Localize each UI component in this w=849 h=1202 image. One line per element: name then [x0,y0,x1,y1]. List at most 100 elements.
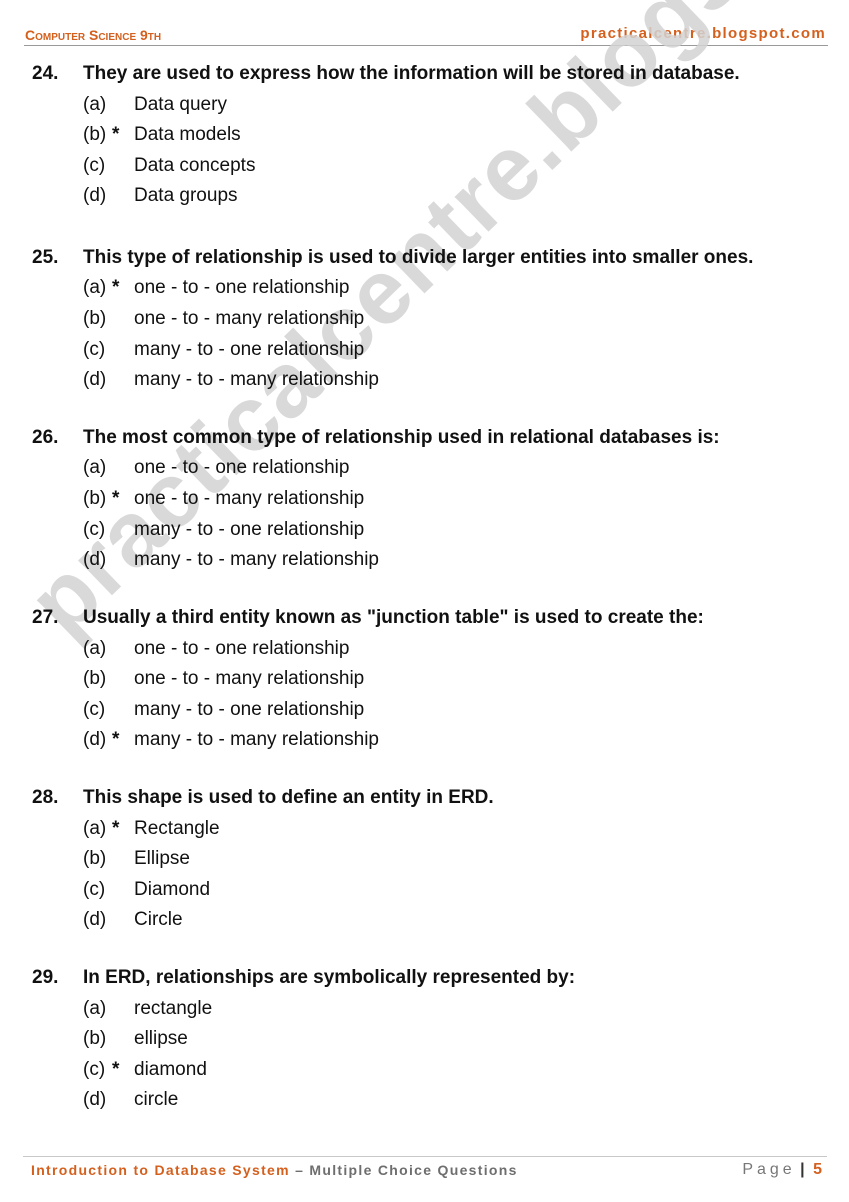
option-28-a: (a) * Rectangle [0,818,600,846]
option-text: Data groups [134,185,238,206]
option-26-b: (b) * one - to - many relationship [0,488,600,516]
question-number: 24. [32,63,59,84]
option-label: (a) [83,277,107,298]
option-text: Circle [134,909,183,930]
question-number: 27. [32,607,59,628]
option-text: many - to - many relationship [134,549,379,570]
option-text: many - to - one relationship [134,519,365,540]
question-number: 25. [32,247,59,268]
option-28-d: (d) Circle [0,909,600,937]
option-26-c: (c) many - to - one relationship [0,519,600,547]
option-text: one - to - many relationship [134,488,365,509]
option-text: one - to - one relationship [134,457,350,478]
option-label: (b) [83,848,107,869]
option-27-c: (c) many - to - one relationship [0,699,600,727]
question-text: In ERD, relationships are symbolically r… [83,967,576,988]
footer-section: Multiple Choice Questions [309,1162,518,1178]
option-text: Data models [134,124,241,145]
option-28-b: (b) Ellipse [0,848,600,876]
option-text: Rectangle [134,818,220,839]
option-24-d: (d) Data groups [0,185,600,213]
option-text: many - to - one relationship [134,339,365,360]
option-label: (d) [83,1089,107,1110]
option-text: diamond [134,1059,207,1080]
option-text: ellipse [134,1028,188,1049]
option-29-d: (d) circle [0,1089,600,1117]
footer-title: Introduction to Database System – Multip… [31,1162,518,1178]
option-label: (a) [83,998,107,1019]
option-label: (b) [83,488,107,509]
option-label: (b) [83,308,107,329]
page-separator: | [800,1161,805,1178]
page-label: Page [742,1161,796,1178]
option-label: (a) [83,94,107,115]
option-text: Data query [134,94,227,115]
option-29-a: (a) rectangle [0,998,600,1026]
option-label: (c) [83,1059,106,1080]
option-24-b: (b) * Data models [0,124,600,152]
option-25-c: (c) many - to - one relationship [0,339,600,367]
question-text: This type of relationship is used to div… [83,247,754,268]
answer-marker: * [112,818,120,839]
page-number: 5 [813,1161,822,1178]
option-label: (a) [83,818,107,839]
option-text: Data concepts [134,155,256,176]
option-25-a: (a) * one - to - one relationship [0,277,600,305]
option-label: (d) [83,729,107,750]
answer-marker: * [112,124,120,145]
subject-title: Computer Science 9th [25,27,162,43]
answer-marker: * [112,729,120,750]
option-26-a: (a) one - to - one relationship [0,457,600,485]
option-text: Diamond [134,879,211,900]
option-text: one - to - one relationship [134,638,350,659]
option-label: (a) [83,457,107,478]
option-label: (a) [83,638,107,659]
option-text: Ellipse [134,848,190,869]
page-header: Computer Science 9th practicalcentre.blo… [24,25,828,46]
question-number: 26. [32,427,59,448]
question-text: This shape is used to define an entity i… [83,787,494,808]
option-26-d: (d) many - to - many relationship [0,549,600,577]
option-label: (c) [83,519,106,540]
option-label: (b) [83,668,107,689]
option-label: (c) [83,699,106,720]
question-number: 28. [32,787,59,808]
option-label: (d) [83,185,107,206]
question-number: 29. [32,967,59,988]
option-25-d: (d) many - to - many relationship [0,369,600,397]
option-label: (d) [83,369,107,390]
option-text: rectangle [134,998,213,1019]
option-24-a: (a) Data query [0,94,600,122]
option-label: (d) [83,549,107,570]
option-text: circle [134,1089,179,1110]
page-footer: Introduction to Database System – Multip… [23,1156,827,1187]
option-label: (c) [83,339,106,360]
option-text: one - to - many relationship [134,668,365,689]
option-29-c: (c) * diamond [0,1059,600,1087]
option-label: (b) [83,124,107,145]
option-text: many - to - many relationship [134,729,379,750]
option-text: many - to - many relationship [134,369,379,390]
option-text: many - to - one relationship [134,699,365,720]
option-28-c: (c) Diamond [0,879,600,907]
option-text: one - to - many relationship [134,308,365,329]
footer-topic: Introduction to Database System [31,1162,290,1178]
page-indicator: Page | 5 [742,1161,822,1179]
option-label: (c) [83,155,106,176]
option-text: one - to - one relationship [134,277,350,298]
option-24-c: (c) Data concepts [0,155,600,183]
answer-marker: * [112,277,120,298]
website-link[interactable]: practicalcentre.blogspot.com [580,25,826,42]
option-27-b: (b) one - to - many relationship [0,668,600,696]
answer-marker: * [112,488,120,509]
option-27-a: (a) one - to - one relationship [0,638,600,666]
footer-separator: – [295,1162,305,1178]
option-label: (d) [83,909,107,930]
option-label: (c) [83,879,106,900]
answer-marker: * [112,1059,120,1080]
question-text: The most common type of relationship use… [83,427,720,448]
option-25-b: (b) one - to - many relationship [0,308,600,336]
option-27-d: (d) * many - to - many relationship [0,729,600,757]
question-text: Usually a third entity known as "junctio… [83,607,704,628]
option-29-b: (b) ellipse [0,1028,600,1056]
